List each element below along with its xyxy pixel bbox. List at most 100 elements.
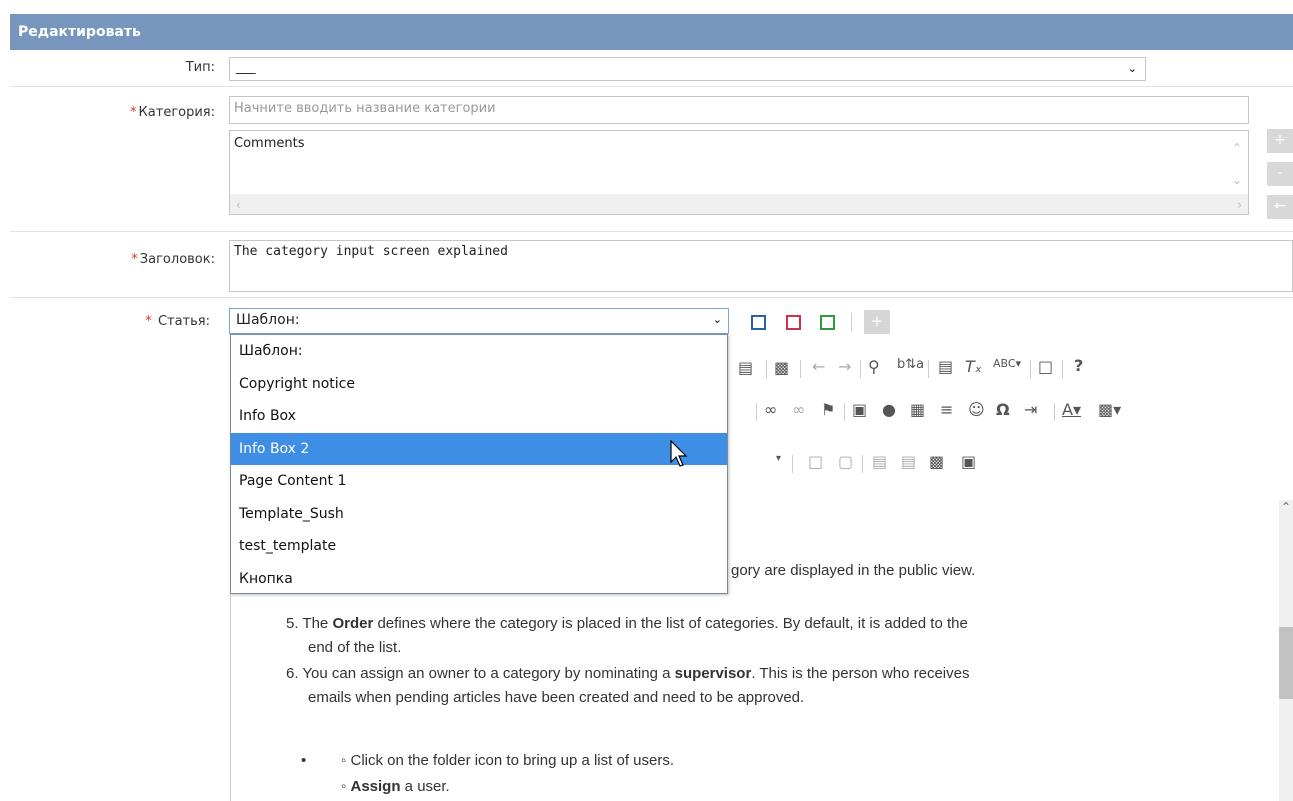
template-dropdown[interactable]: Шаблон: Copyright notice Info Box Info B… xyxy=(230,334,728,594)
circle-bullet-icon: ◦ xyxy=(341,752,351,769)
remove-category-button[interactable]: - xyxy=(1267,162,1293,186)
spellcheck-icon[interactable]: ABC▾ xyxy=(993,357,1021,370)
image-icon[interactable]: ▣ xyxy=(852,400,867,419)
toolbar-separator xyxy=(928,360,929,378)
list-item-5: 5. The Order defines where the category … xyxy=(286,612,1246,660)
list-item-6: 6. You can assign an owner to a category… xyxy=(286,662,1246,710)
add-template-button[interactable]: + xyxy=(864,310,890,334)
title-row: * Заголовок: The category input screen ex… xyxy=(10,232,1293,298)
paste-text-icon[interactable]: ▤ xyxy=(938,357,953,376)
add-category-button[interactable]: + xyxy=(1267,129,1293,153)
type-row: Тип: ___ ⌄ xyxy=(10,50,1293,87)
external-icon[interactable]: ▣ xyxy=(961,452,976,471)
scroll-up-icon[interactable]: ⌃ xyxy=(1232,141,1242,155)
editor-paragraph: gory are displayed in the public view. xyxy=(731,562,976,579)
text-color-icon[interactable]: A▾ xyxy=(1062,400,1081,419)
toolbar-separator xyxy=(1030,360,1031,378)
form-icon[interactable]: ▤ xyxy=(872,452,887,471)
toolbar-separator xyxy=(844,403,845,421)
video-icon[interactable]: ▩ xyxy=(929,452,944,471)
title-label: * Заголовок: xyxy=(131,252,215,267)
page-title: Редактировать xyxy=(18,24,141,40)
toolbar-separator xyxy=(756,403,757,421)
list-text: . This is the person who receives xyxy=(751,665,970,682)
bullet-icon: • xyxy=(301,752,307,769)
dropdown-option[interactable]: Copyright notice xyxy=(231,368,727,401)
anchor-icon[interactable]: ⚑ xyxy=(821,400,835,419)
list-text: end of the list. xyxy=(308,639,402,656)
chevron-down-icon: ⌄ xyxy=(1127,62,1137,75)
dropdown-option[interactable]: Template_Sush xyxy=(231,498,727,531)
print-icon[interactable]: ▩ xyxy=(774,358,789,377)
scroll-left-icon[interactable]: ‹ xyxy=(236,198,241,212)
category-row: * Категория: Начните вводить название кат… xyxy=(10,87,1293,232)
dropdown-option[interactable]: Шаблон: xyxy=(231,335,727,368)
list-number: 6. xyxy=(286,665,299,682)
sub-list-item: ◦ Assign a user. xyxy=(341,778,450,795)
flash-icon[interactable]: ● xyxy=(882,400,896,419)
toolbar-separator xyxy=(1062,360,1063,378)
list-text: The xyxy=(302,615,333,632)
redo-icon[interactable]: → xyxy=(838,357,851,376)
find-icon[interactable]: ⚲ xyxy=(868,357,880,376)
bg-color-icon[interactable]: ▩▾ xyxy=(1098,400,1121,419)
toolbar-separator xyxy=(766,360,767,378)
editor-scroll-thumb[interactable] xyxy=(1279,627,1293,699)
remove-format-icon[interactable]: Tₓ xyxy=(965,357,982,376)
template-green2-icon[interactable] xyxy=(820,315,835,330)
type-select[interactable]: ___ ⌄ xyxy=(229,57,1146,81)
source-icon[interactable]: ▤ xyxy=(738,358,753,377)
category-list[interactable]: Comments ⌃ ⌄ ‹ › xyxy=(229,130,1249,215)
toolbar-separator xyxy=(800,360,801,378)
scroll-up-icon[interactable]: ⌃ xyxy=(1281,500,1291,514)
list-text: defines where the category is placed in … xyxy=(373,615,968,632)
template-green-icon[interactable] xyxy=(751,315,766,330)
template-select[interactable]: Шаблон: ⌄ xyxy=(229,308,729,334)
mouse-cursor-icon xyxy=(670,440,688,467)
link-icon[interactable]: ∞ xyxy=(764,400,777,419)
scroll-right-icon[interactable]: › xyxy=(1237,198,1242,212)
chevron-down-icon: ⌄ xyxy=(712,313,722,326)
sub-list-text: Click on the folder icon to bring up a l… xyxy=(350,752,675,769)
sub-list-text: a user. xyxy=(400,778,450,795)
pagebreak-icon[interactable]: ⇥ xyxy=(1024,400,1037,419)
back-category-button[interactable]: ← xyxy=(1267,195,1293,219)
title-value: The category input screen explained xyxy=(234,244,508,259)
list-scrollbar-h[interactable] xyxy=(230,194,1248,214)
table-icon[interactable]: ▦ xyxy=(910,400,925,419)
article-label: * Статья: xyxy=(145,314,210,329)
template-red-icon[interactable] xyxy=(786,315,801,330)
toolbar-separator xyxy=(851,313,852,331)
style-dropdown-icon[interactable]: ▾ xyxy=(776,453,781,464)
template-icon[interactable]: ▤ xyxy=(901,452,916,471)
title-input[interactable]: The category input screen explained xyxy=(229,240,1293,292)
category-list-item[interactable]: Comments xyxy=(230,131,1248,156)
maximize-icon[interactable]: □ xyxy=(1038,357,1053,376)
assign-term: Assign xyxy=(350,778,401,795)
undo-icon[interactable]: ← xyxy=(812,357,825,376)
type-label: Тип: xyxy=(185,60,215,75)
dropdown-option[interactable]: Page Content 1 xyxy=(231,465,727,498)
dropdown-option[interactable]: Info Box xyxy=(231,400,727,433)
scroll-down-icon[interactable]: ⌄ xyxy=(1232,173,1242,187)
dropdown-option[interactable]: Кнопка xyxy=(231,563,727,596)
dropdown-option-highlighted[interactable]: Info Box 2 xyxy=(231,432,727,465)
category-search-placeholder: Начните вводить название категории xyxy=(234,101,496,116)
comment-icon[interactable]: □ xyxy=(808,452,823,471)
order-term: Order xyxy=(332,615,374,632)
toolbar-row-1: ▤ ▩ ← → ⚲ b⇅a ▤ Tₓ ABC▾ □ ? xyxy=(728,355,1288,385)
delete-comment-icon[interactable]: ▢ xyxy=(838,452,853,471)
sub-list-item: ◦ Click on the folder icon to bring up a… xyxy=(341,752,674,769)
dropdown-option[interactable]: test_template xyxy=(231,530,727,563)
help-icon[interactable]: ? xyxy=(1074,356,1083,375)
special-char-icon[interactable]: Ω xyxy=(996,400,1010,419)
hr-icon[interactable]: ≡ xyxy=(940,400,953,419)
list-text: You can assign an owner to a category by… xyxy=(302,665,675,682)
smiley-icon[interactable]: ☺ xyxy=(968,400,985,419)
unlink-icon[interactable]: ∞ xyxy=(792,400,805,419)
category-search-input[interactable]: Начните вводить название категории xyxy=(229,96,1249,124)
replace-icon[interactable]: b⇅a xyxy=(897,357,924,372)
template-select-value: Шаблон: xyxy=(236,312,300,328)
toolbar-row-2: ∞ ∞ ⚑ ▣ ● ▦ ≡ ☺ Ω ⇥ A▾ ▩▾ xyxy=(728,398,1288,428)
type-select-value: ___ xyxy=(236,60,256,75)
